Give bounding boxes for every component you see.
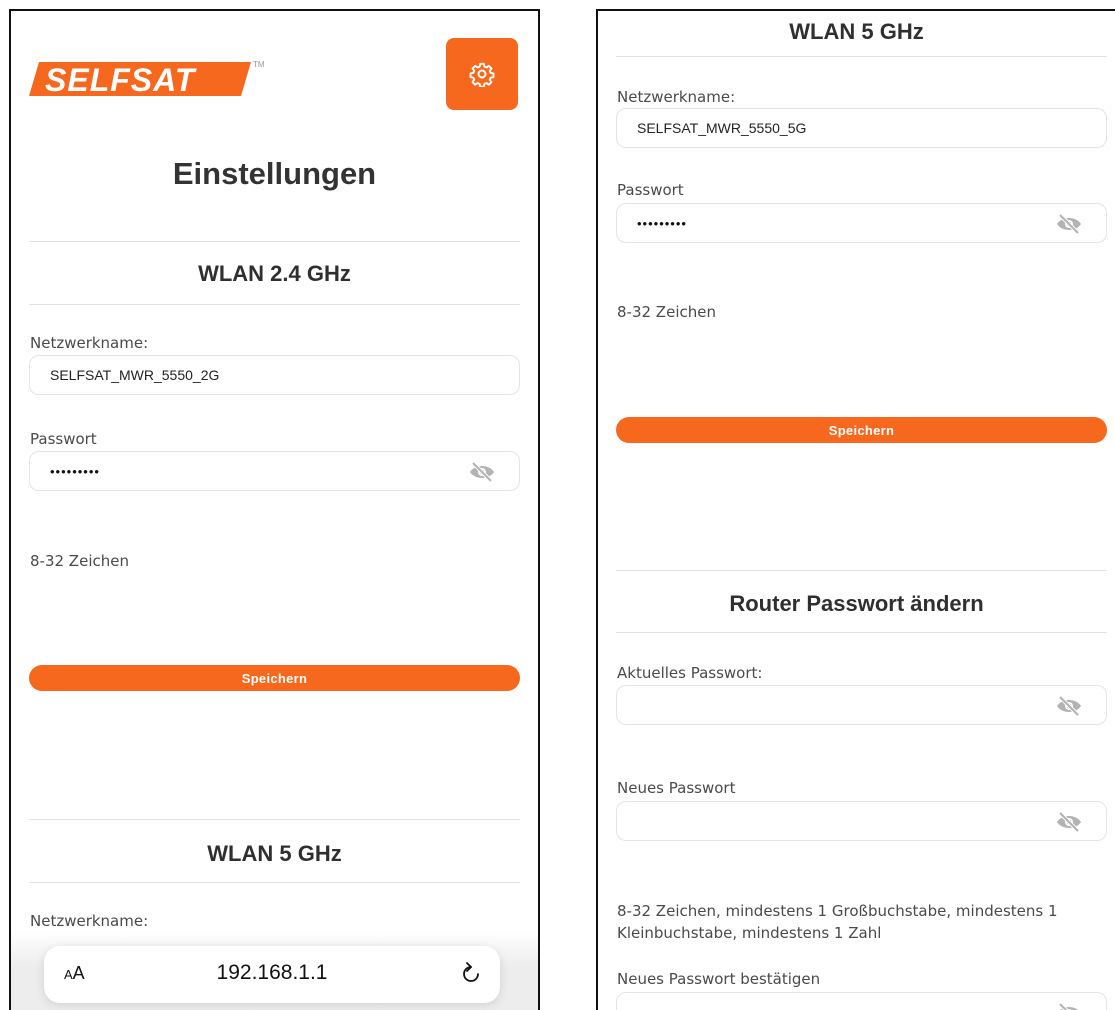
eye-slash-icon[interactable] — [467, 461, 497, 483]
left-screenshot-panel: SELFSAT TM Einstellungen WLAN 2.4 GHz Ne… — [9, 9, 540, 1010]
current-password-input[interactable] — [616, 685, 1107, 725]
confirm-password-input[interactable] — [616, 992, 1107, 1010]
browser-address-bar[interactable]: AA 192.168.1.1 — [44, 946, 500, 1003]
wlan24-password-value: ••••••••• — [50, 463, 100, 479]
wlan5-ssid-label: Netzwerkname: — [617, 88, 736, 106]
divider — [616, 632, 1107, 633]
wlan5-password-value: ••••••••• — [637, 215, 687, 231]
right-screenshot-panel: WLAN 5 GHz Netzwerkname: SELFSAT_MWR_555… — [596, 9, 1115, 1010]
logo-trademark: TM — [253, 60, 265, 69]
wlan5-ssid-input[interactable]: SELFSAT_MWR_5550_5G — [616, 108, 1107, 148]
password-rules-hint: 8-32 Zeichen, mindestens 1 Großbuchstabe… — [617, 902, 1058, 942]
eye-slash-icon[interactable] — [1054, 213, 1084, 235]
new-password-label: Neues Passwort — [617, 779, 736, 797]
wlan5-hint: 8-32 Zeichen — [617, 303, 716, 321]
reload-icon[interactable] — [458, 960, 484, 988]
divider — [29, 241, 520, 242]
divider — [29, 882, 520, 883]
settings-button[interactable] — [446, 38, 518, 110]
wlan24-ssid-label: Netzwerkname: — [30, 334, 149, 352]
confirm-password-label: Neues Passwort bestätigen — [617, 970, 821, 988]
wlan24-password-label: Passwort — [30, 430, 97, 448]
wlan24-ssid-value: SELFSAT_MWR_5550_2G — [50, 367, 220, 383]
divider — [616, 56, 1107, 57]
wlan5-save-button[interactable]: Speichern — [616, 417, 1107, 443]
wlan5-ssid-label-left: Netzwerkname: — [30, 912, 149, 930]
wlan5-ssid-value: SELFSAT_MWR_5550_5G — [637, 120, 807, 136]
wlan5-heading-left: WLAN 5 GHz — [207, 841, 342, 866]
eye-slash-icon[interactable] — [1054, 811, 1084, 833]
router-password-heading: Router Passwort ändern — [729, 591, 984, 616]
gear-icon — [469, 62, 495, 87]
logo-text: SELFSAT — [45, 62, 197, 98]
wlan24-heading: WLAN 2.4 GHz — [198, 261, 351, 286]
divider — [616, 570, 1107, 571]
wlan5-password-input[interactable]: ••••••••• — [616, 203, 1107, 243]
eye-slash-icon[interactable] — [1054, 695, 1084, 717]
wlan24-hint: 8-32 Zeichen — [30, 552, 129, 570]
new-password-input[interactable] — [616, 801, 1107, 841]
divider — [29, 304, 520, 305]
divider — [29, 819, 520, 820]
selfsat-logo: SELFSAT TM — [29, 60, 265, 98]
wlan5-heading: WLAN 5 GHz — [789, 19, 924, 44]
wlan5-password-label: Passwort — [617, 181, 684, 199]
url-text[interactable]: 192.168.1.1 — [44, 961, 500, 985]
wlan24-password-input[interactable]: ••••••••• — [29, 451, 520, 491]
wlan24-save-button[interactable]: Speichern — [29, 665, 520, 691]
eye-slash-icon[interactable] — [1054, 1002, 1084, 1010]
wlan24-ssid-input[interactable]: SELFSAT_MWR_5550_2G — [29, 355, 520, 395]
page-title: Einstellungen — [172, 156, 377, 191]
current-password-label: Aktuelles Passwort: — [617, 664, 763, 682]
